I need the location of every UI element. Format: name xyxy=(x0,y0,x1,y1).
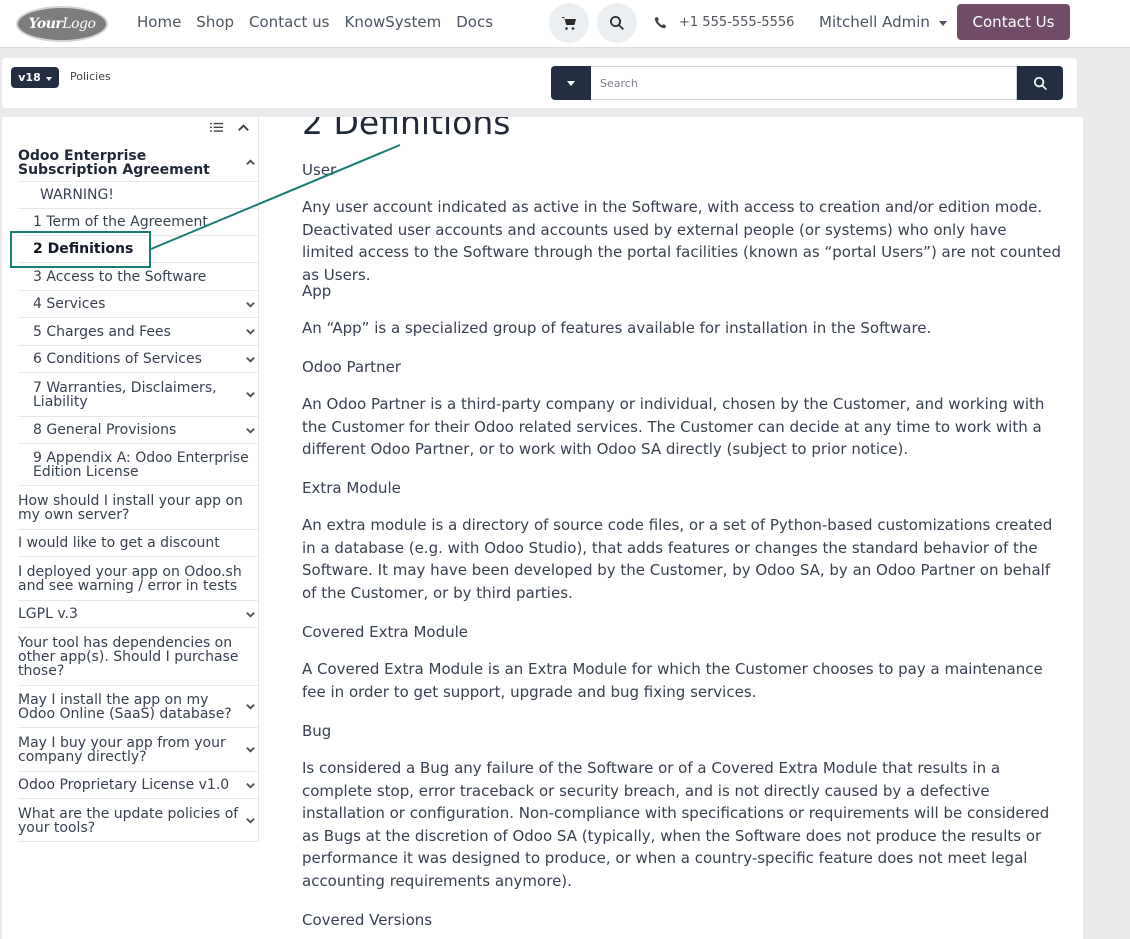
list-icon[interactable] xyxy=(209,120,224,135)
nav-link-docs[interactable]: Docs xyxy=(456,13,493,31)
term-covered-extra-module: Covered Extra Module xyxy=(302,623,469,641)
user-menu[interactable]: Mitchell Admin xyxy=(819,0,947,44)
sidebar-item-install-own-server[interactable]: How should I install your app on my own … xyxy=(18,486,258,530)
sidebar-item-warning[interactable]: WARNING! xyxy=(18,182,258,209)
definition-covered-extra-module: A Covered Extra Module is an Extra Modul… xyxy=(302,660,1043,701)
sidebar-item-dependencies[interactable]: Your tool has dependencies on other app(… xyxy=(18,628,258,686)
sidebar-item-opl[interactable]: Odoo Proprietary License v1.0 xyxy=(18,772,258,799)
term-extra-module: Extra Module xyxy=(302,479,401,497)
sidebar-item-label: WARNING! xyxy=(40,187,114,203)
sidebar-item-label: What are the update policies of your too… xyxy=(18,805,239,836)
chevron-up-icon[interactable] xyxy=(245,157,256,168)
sidebar-item-appendix[interactable]: 9 Appendix A: Odoo Enterprise Edition Li… xyxy=(18,444,258,486)
sidebar-item-label: May I buy your app from your company dir… xyxy=(18,734,226,765)
chevron-down-icon[interactable] xyxy=(245,815,256,826)
chevron-down-icon[interactable] xyxy=(245,326,256,337)
sidebar-item-label: How should I install your app on my own … xyxy=(18,492,243,523)
version-dropdown[interactable]: v18 xyxy=(11,67,59,88)
definition-extra-module: An extra module is a directory of source… xyxy=(302,516,1053,602)
caret-down-icon xyxy=(45,76,52,81)
chevron-down-icon[interactable] xyxy=(245,780,256,791)
chevron-down-icon[interactable] xyxy=(245,744,256,755)
chevron-down-icon[interactable] xyxy=(245,354,256,365)
version-label: v18 xyxy=(18,71,41,84)
term-odoo-partner: Odoo Partner xyxy=(302,358,401,376)
phone-number: +1 555-555-5556 xyxy=(679,14,795,30)
sidebar-item-buy-directly[interactable]: May I buy your app from your company dir… xyxy=(18,728,258,772)
sidebar-item-services[interactable]: 4 Services xyxy=(18,291,258,318)
sidebar-item-label: Your tool has dependencies on other app(… xyxy=(18,634,239,679)
sidebar-item-subscription-agreement[interactable]: Odoo Enterprise Subscription Agreement xyxy=(18,144,258,182)
sidebar-item-warranties[interactable]: 7 Warranties, Disclaimers, Liability xyxy=(18,373,258,417)
chevron-down-icon[interactable] xyxy=(245,425,256,436)
search-icon xyxy=(610,16,624,30)
sidebar-item-label: Odoo Proprietary License v1.0 xyxy=(18,777,230,793)
nav-link-contact-us[interactable]: Contact us xyxy=(249,13,329,31)
term-app: App xyxy=(302,282,332,300)
nav-link-shop[interactable]: Shop xyxy=(196,13,234,31)
sidebar-item-lgpl[interactable]: LGPL v.3 xyxy=(18,601,258,628)
search-input[interactable] xyxy=(591,66,1017,100)
search-icon xyxy=(1033,76,1047,90)
chevron-down-icon[interactable] xyxy=(245,701,256,712)
sidebar-item-label: 8 General Provisions xyxy=(33,422,177,438)
sidebar-item-charges[interactable]: 5 Charges and Fees xyxy=(18,318,258,346)
definition-app: An “App” is a specialized group of featu… xyxy=(302,319,932,337)
sidebar-toc: Odoo Enterprise Subscription Agreement W… xyxy=(18,117,259,842)
chevron-down-icon[interactable] xyxy=(245,299,256,310)
chevron-down-icon[interactable] xyxy=(245,609,256,620)
docs-toolbar: v18 Policies xyxy=(2,58,1077,108)
sidebar-item-label: 3 Access to the Software xyxy=(33,268,207,285)
search-toggle-button[interactable] xyxy=(597,3,637,43)
definition-bug: Is considered a Bug any failure of the S… xyxy=(302,759,1050,890)
cart-icon xyxy=(562,17,576,30)
cart-button[interactable] xyxy=(549,3,589,43)
main-menu: Home Shop Contact us KnowSystem Docs xyxy=(137,0,508,44)
sidebar-item-label: Odoo Enterprise Subscription Agreement xyxy=(18,147,210,178)
term-user: User xyxy=(302,161,337,179)
content-card: Odoo Enterprise Subscription Agreement W… xyxy=(2,117,1083,939)
highlight-box xyxy=(10,231,151,268)
sidebar-item-label: 9 Appendix A: Odoo Enterprise Edition Li… xyxy=(33,449,249,480)
chevron-down-icon[interactable] xyxy=(245,389,256,400)
page-title: 2 Definitions xyxy=(302,117,511,142)
sidebar-item-label: I would like to get a discount xyxy=(18,535,220,551)
sidebar-item-update-policies[interactable]: What are the update policies of your too… xyxy=(18,799,258,842)
sidebar-item-label: 7 Warranties, Disclaimers, Liability xyxy=(33,379,217,410)
term-covered-versions: Covered Versions xyxy=(302,911,433,929)
search-submit-button[interactable] xyxy=(1017,66,1063,100)
sidebar-item-general-provisions[interactable]: 8 General Provisions xyxy=(18,417,258,444)
sidebar-item-label: LGPL v.3 xyxy=(18,606,78,622)
contact-us-button[interactable]: Contact Us xyxy=(957,4,1070,40)
sidebar-item-label: 1 Term of the Agreement xyxy=(33,214,208,230)
phone-icon xyxy=(654,16,667,28)
sidebar-item-discount[interactable]: I would like to get a discount xyxy=(18,530,258,557)
sidebar-item-conditions[interactable]: 6 Conditions of Services xyxy=(18,346,258,373)
caret-down-icon xyxy=(938,20,947,26)
sidebar-item-odoo-sh-warning[interactable]: I deployed your app on Odoo.sh and see w… xyxy=(18,557,258,601)
sidebar-item-label: 4 Services xyxy=(33,296,106,312)
sidebar-item-label: 5 Charges and Fees xyxy=(33,323,171,340)
definition-user: Any user account indicated as active in … xyxy=(302,198,1061,284)
sidebar-item-label: 6 Conditions of Services xyxy=(33,351,202,367)
sidebar-item-label: I deployed your app on Odoo.sh and see w… xyxy=(18,563,242,594)
sidebar-item-label: May I install the app on my Odoo Online … xyxy=(18,691,232,722)
user-name: Mitchell Admin xyxy=(819,13,930,31)
toc-tools xyxy=(197,120,251,135)
phone-contact[interactable]: +1 555-555-5556 xyxy=(654,0,794,44)
sidebar-item-saas-install[interactable]: May I install the app on my Odoo Online … xyxy=(18,686,258,728)
top-navbar: Your Logo Home Shop Contact us KnowSystem… xyxy=(0,0,1130,48)
collapse-icon[interactable] xyxy=(236,120,251,135)
nav-link-knowsystem[interactable]: KnowSystem xyxy=(344,13,441,31)
nav-link-home[interactable]: Home xyxy=(137,13,181,31)
definition-odoo-partner: An Odoo Partner is a third-party company… xyxy=(302,395,1045,458)
search-scope-dropdown[interactable] xyxy=(551,66,591,100)
caret-down-icon xyxy=(567,80,575,86)
breadcrumb[interactable]: Policies xyxy=(70,70,111,83)
term-bug: Bug xyxy=(302,722,332,740)
site-logo[interactable]: Your Logo xyxy=(16,6,108,42)
